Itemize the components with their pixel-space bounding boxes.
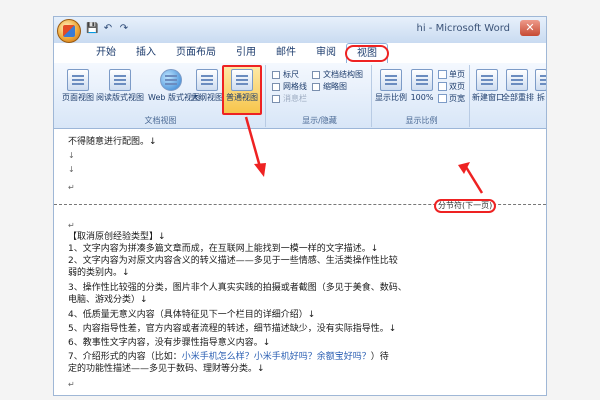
office-logo-icon (63, 25, 75, 37)
ribbon: 页面视图 阅读版式视图 Web 版式视图 大纲视图 普通视图 文档视图 标尺 网… (54, 63, 546, 129)
globe-icon (160, 69, 182, 91)
magnifier-icon (380, 69, 402, 91)
two-pages-button[interactable]: 双页 (438, 81, 465, 92)
doc-line: 5、内容指导性差，官方内容或者流程的转述，细节描述缺少，没有实际指导性。↓ (68, 324, 397, 334)
outline-icon (196, 69, 218, 91)
tab-references[interactable]: 引用 (226, 43, 266, 63)
link-text: 小米手机怎么样？小米手机好吗？余额宝好吗？ (181, 352, 371, 362)
doc-line: 3、操作性比较强的分类，图片非个人真实实践的拍摄或者截图（多见于美食、数码、 (68, 283, 407, 293)
doc-line: 定的功能性描述——多见于数码、理财等分类。↓ (68, 364, 265, 374)
message-bar-checkbox[interactable]: 消息栏 (272, 93, 307, 104)
tab-home[interactable]: 开始 (86, 43, 126, 63)
group-label-show-hide: 显示/隐藏 (302, 116, 337, 125)
tab-review[interactable]: 审阅 (306, 43, 346, 63)
doc-line: 电脑、游戏分类）↓ (68, 295, 148, 305)
one-page-button[interactable]: 单页 (438, 69, 465, 80)
ruler-checkbox[interactable]: 标尺 (272, 69, 299, 80)
save-icon[interactable]: 💾 (86, 23, 98, 35)
word-window: 💾 ↶ ↷ hi - Microsoft Word ✕ 开始 插入 页面布局 引… (53, 16, 547, 396)
gridlines-checkbox[interactable]: 网格线 (272, 81, 307, 92)
draft-view-button[interactable]: 普通视图 (222, 65, 262, 115)
document-map-checkbox[interactable]: 文档结构图 (312, 69, 363, 80)
doc-line: 7、介绍形式的内容（比如：小米手机怎么样？小米手机好吗？余额宝好吗？）待 (68, 352, 389, 362)
doc-line: 不得随意进行配图。↓ (68, 137, 157, 147)
print-layout-button[interactable]: 页面视图 (56, 67, 100, 113)
page-width-button[interactable]: 页宽 (438, 93, 465, 104)
draft-icon (231, 69, 253, 91)
doc-line: 4、低质量无意义内容（具体特征见下一个栏目的详细介绍）↓ (68, 310, 316, 320)
tab-mailings[interactable]: 邮件 (266, 43, 306, 63)
document-area[interactable]: 不得随意进行配图。↓ ↓ ↓ ↵ 分节符(下一页) ↵ 【取消原创经验类型】↓ … (54, 130, 546, 395)
tab-page-layout[interactable]: 页面布局 (166, 43, 226, 63)
new-window-button[interactable]: 新建窗口 (472, 67, 504, 113)
split-button[interactable]: 拆 (534, 67, 546, 113)
zoom-button[interactable]: 显示比例 (374, 67, 408, 113)
arrange-icon (506, 69, 528, 91)
paragraph-mark: ↵ (68, 380, 75, 389)
page-view-icon (67, 69, 89, 91)
section-break-label: 分节符(下一页) (434, 199, 497, 213)
tab-insert[interactable]: 插入 (126, 43, 166, 63)
title-bar: 💾 ↶ ↷ hi - Microsoft Word ✕ (54, 17, 546, 43)
ribbon-tabs: 开始 插入 页面布局 引用 邮件 审阅 视图 (86, 43, 389, 63)
doc-line: 6、教事性文字内容，没有步骤性指导意义内容。↓ (68, 338, 271, 348)
paragraph-mark: ↓ (68, 151, 75, 160)
new-window-icon (476, 69, 498, 91)
undo-icon[interactable]: ↶ (102, 23, 114, 35)
group-document-views: 页面视图 阅读版式视图 Web 版式视图 大纲视图 普通视图 文档视图 (56, 65, 266, 127)
office-button[interactable] (57, 19, 81, 43)
tab-view[interactable]: 视图 (345, 43, 389, 63)
doc-line: 2、文字内容为对原文内容含义的转义描述——多见于一些情感、生活类操作性比较 (68, 256, 398, 266)
group-label-document-views: 文档视图 (144, 116, 177, 125)
group-label-zoom: 显示比例 (405, 116, 438, 125)
web-layout-button[interactable]: Web 版式视图 (148, 67, 200, 113)
reading-layout-button[interactable]: 阅读版式视图 (96, 67, 144, 113)
redo-icon[interactable]: ↷ (118, 23, 130, 35)
book-icon (109, 69, 131, 91)
doc-line: 【取消原创经验类型】↓ (68, 232, 166, 242)
window-title: hi - Microsoft Word (416, 23, 510, 34)
group-zoom: 显示比例 100% 单页 双页 页宽 显示比例 (374, 65, 470, 127)
quick-access-toolbar: 💾 ↶ ↷ (86, 23, 130, 35)
page-100-icon (411, 69, 433, 91)
arrange-all-button[interactable]: 全部重排 (502, 67, 534, 113)
split-icon (535, 69, 546, 91)
doc-line: 1、文字内容为拼凑多篇文章而成，在互联网上能找到一模一样的文字描述。↓ (68, 244, 379, 254)
group-window: 新建窗口 全部重排 拆 (472, 65, 546, 127)
paragraph-mark: ↓ (68, 165, 75, 174)
paragraph-mark: ↵ (68, 183, 75, 192)
zoom-100-button[interactable]: 100% (408, 67, 436, 113)
thumbnails-checkbox[interactable]: 缩略图 (312, 81, 347, 92)
doc-line: 弱的类别内。↓ (68, 268, 130, 278)
outline-view-button[interactable]: 大纲视图 (190, 67, 224, 113)
close-icon[interactable]: ✕ (520, 20, 540, 36)
group-show-hide: 标尺 网格线 消息栏 文档结构图 缩略图 显示/隐藏 (268, 65, 372, 127)
